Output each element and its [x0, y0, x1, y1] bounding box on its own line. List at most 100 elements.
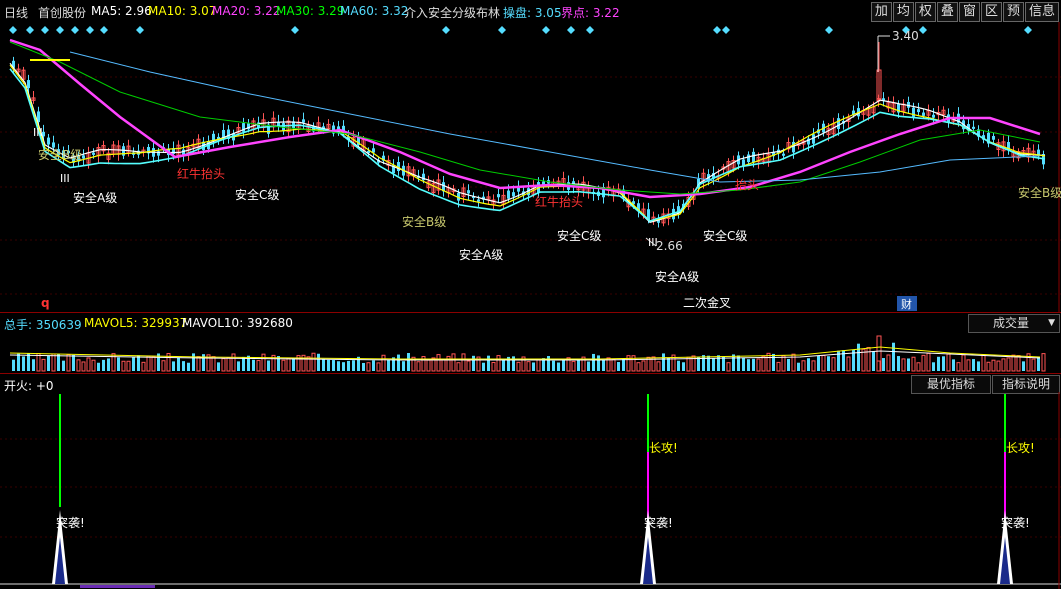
info-button[interactable]: 信息: [1024, 2, 1059, 22]
indicator-chart[interactable]: 突袭! 长攻! 突袭! 长攻! 突袭!: [0, 392, 1061, 589]
signal-diamond: [586, 26, 594, 34]
volume-bar-up: [641, 360, 646, 372]
volume-bar-up: [86, 357, 91, 372]
forecast-button[interactable]: 预: [1002, 2, 1024, 22]
volume-bar-up: [1001, 358, 1006, 372]
range-button[interactable]: 区: [980, 2, 1002, 22]
volume-bar-up: [281, 359, 286, 372]
candle-down: [467, 190, 470, 194]
volume-bar-down: [602, 359, 605, 371]
volume-bar-down: [117, 357, 120, 371]
mavol5-value: MAVOL5: 329937: [84, 316, 188, 330]
annotation-red-bull: 红牛抬头: [177, 166, 225, 181]
volume-bar-up: [901, 358, 906, 372]
volume-bar-up: [571, 360, 576, 372]
volume-bar-down: [237, 361, 240, 371]
raid-label: 突袭!: [644, 515, 673, 530]
candle-down: [992, 136, 995, 140]
candle-down: [497, 194, 500, 198]
volume-bar-down: [47, 356, 50, 371]
volume-bar-up: [226, 357, 231, 372]
volume-bar-down: [337, 361, 340, 371]
volume-bar-down: [932, 362, 935, 371]
add-button[interactable]: 加: [870, 2, 892, 22]
volume-bar-up: [231, 353, 236, 372]
volume-bar-down: [587, 361, 590, 371]
chevron-down-icon: ▼: [1048, 318, 1055, 328]
annotation-safe-b: 安全B级: [402, 214, 446, 229]
volume-bar-up: [921, 354, 926, 372]
volume-bar-down: [362, 362, 365, 371]
signal-diamond: [919, 26, 927, 34]
volume-bar-down: [732, 354, 735, 371]
volume-bar-down: [17, 353, 20, 371]
volume-bar-down: [217, 362, 220, 371]
volume-bar-up: [51, 353, 56, 372]
volume-bar-down: [27, 353, 30, 371]
caopan-value: 操盘: 3.05: [503, 6, 562, 20]
annotation-safe-b: 安全B级: [1018, 185, 1061, 200]
volume-bar-down: [532, 362, 535, 371]
overlay-button[interactable]: 叠: [936, 2, 958, 22]
volume-bar-down: [892, 342, 895, 371]
volume-bar-down: [872, 351, 875, 371]
long-attack-label: 长攻!: [649, 441, 678, 455]
signal-diamond: [713, 26, 721, 34]
volume-bar-down: [132, 357, 135, 371]
volume-bar-down: [667, 357, 670, 371]
volume-bar-up: [416, 361, 421, 372]
ma20-line: [9, 38, 1041, 199]
volume-bar-up: [286, 357, 291, 372]
volume-bar-down: [722, 356, 725, 371]
volume-bar-down: [107, 358, 110, 371]
volume-bar-up: [821, 355, 826, 372]
volume-bar-down: [897, 356, 900, 371]
average-button[interactable]: 均: [892, 2, 914, 22]
candle-down: [82, 155, 85, 159]
volume-bar-up: [536, 358, 541, 372]
volume-bar-up: [76, 359, 81, 372]
volume-bar-up: [141, 361, 146, 372]
volume-chart[interactable]: [0, 331, 1061, 373]
rights-button[interactable]: 权: [914, 2, 936, 22]
volume-bar-up: [66, 354, 71, 372]
candle-down: [27, 80, 30, 89]
kline-chart[interactable]: 3.40 2.66 III III III 安全B级 安全A级 红牛抬头 安全C…: [0, 22, 1061, 312]
candle-down: [752, 151, 755, 163]
volume-bar-up: [91, 359, 96, 372]
volume-bar-up: [456, 362, 461, 372]
signal-diamond: [100, 26, 108, 34]
annotation-red-bull: 红牛抬头: [535, 194, 583, 209]
indicator-name: 介入安全分级布林: [404, 6, 501, 20]
candle-down: [782, 153, 785, 156]
signal-diamond: [567, 26, 575, 34]
window-button[interactable]: 窗: [958, 2, 980, 22]
ma20-value: MA20: 3.22: [212, 4, 281, 18]
chart-toolbar: 加 均 权 叠 窗 区 预 信息: [870, 2, 1059, 22]
raid-label: 突袭!: [56, 515, 85, 530]
volume-bar-down: [342, 362, 345, 371]
period-label[interactable]: 日线: [4, 4, 28, 21]
volume-bar-down: [172, 361, 175, 371]
volume-bar-down: [577, 360, 580, 371]
candle-down: [912, 107, 915, 117]
volume-bar-down: [712, 358, 715, 371]
volume-bar-down: [907, 358, 910, 371]
volume-bar-down: [622, 358, 625, 371]
roman-mark: III: [648, 236, 658, 249]
signal-diamond: [291, 26, 299, 34]
volume-bar-up: [966, 359, 971, 372]
volume-bar-down: [552, 360, 555, 371]
volume-bar-up: [526, 361, 531, 372]
volume-bar-down: [592, 353, 595, 371]
long-attack-label: 长攻!: [1006, 441, 1035, 455]
volume-bar-down: [752, 358, 755, 371]
chart-header: 日线 首创股份 MA5: 2.96 MA10: 3.07 MA20: 3.22 …: [0, 0, 1061, 22]
candle-down: [507, 190, 510, 199]
volume-bar-down: [942, 356, 945, 371]
volume-bar-down: [332, 360, 335, 371]
volume-bar-up: [261, 353, 266, 372]
cai-badge[interactable]: 财: [901, 297, 912, 311]
volume-bar-up: [781, 355, 786, 372]
volume-bar-down: [372, 360, 375, 371]
